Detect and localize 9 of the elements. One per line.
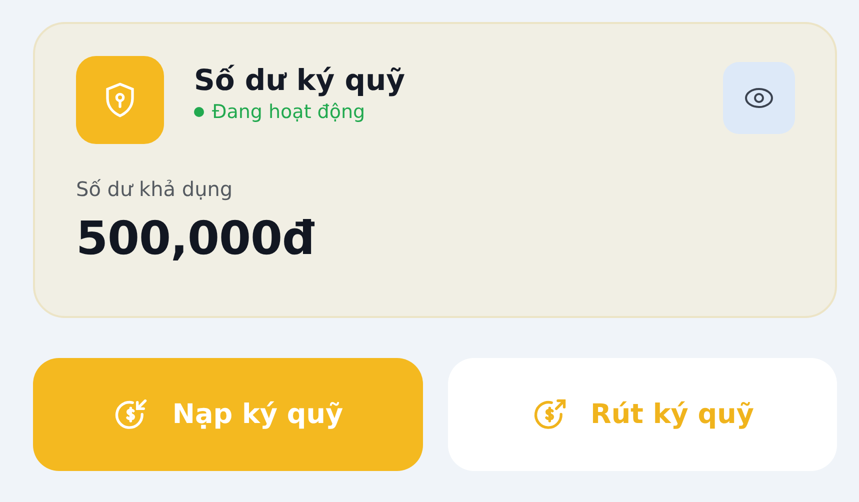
balance-label: Số dư khả dụng bbox=[76, 177, 233, 201]
balance-amount: 500,000đ bbox=[76, 211, 314, 265]
shield-icon bbox=[76, 56, 164, 144]
deposit-button[interactable]: Nạp ký quỹ bbox=[33, 358, 422, 471]
eye-icon bbox=[744, 87, 774, 109]
show-balance-button[interactable] bbox=[723, 62, 795, 134]
card-title: Số dư ký quỹ bbox=[194, 63, 406, 97]
withdraw-button[interactable]: Rút ký quỹ bbox=[448, 358, 837, 471]
status-label: Đang hoạt động bbox=[212, 101, 366, 123]
